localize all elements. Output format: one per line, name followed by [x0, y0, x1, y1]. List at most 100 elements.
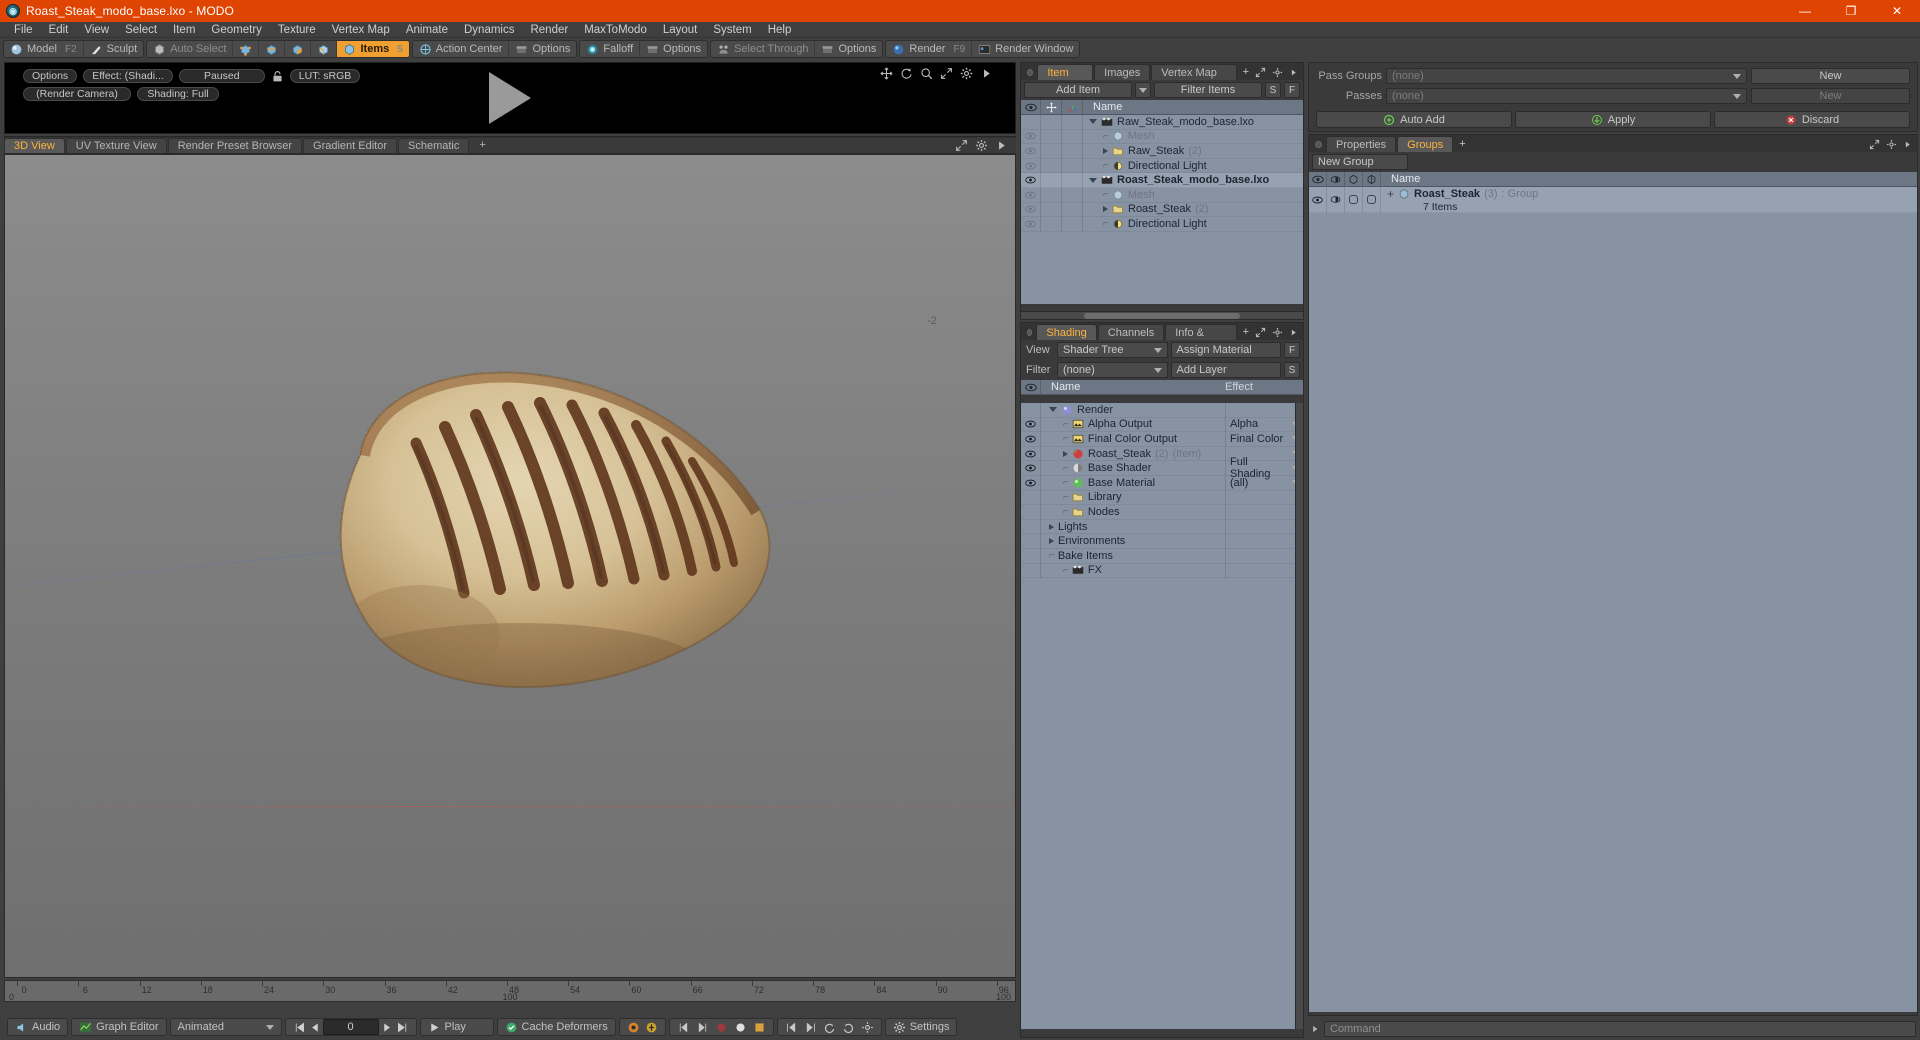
- eye-icon[interactable]: [1025, 420, 1036, 428]
- misc-toggles[interactable]: [618, 1018, 666, 1036]
- fit-icon[interactable]: [1869, 139, 1880, 150]
- panel-menu-icon[interactable]: [1315, 141, 1322, 148]
- add-layer-button[interactable]: Add Layer: [1170, 362, 1281, 378]
- menu-item-view[interactable]: View: [76, 22, 117, 38]
- arrow-icon[interactable]: [1903, 140, 1912, 149]
- tool-render[interactable]: Render F9: [886, 41, 973, 57]
- viewport-tab--[interactable]: +: [470, 138, 494, 153]
- passes-new-button[interactable]: New: [1751, 88, 1910, 104]
- eye-column-icon[interactable]: [1309, 171, 1327, 187]
- panel-menu-icon[interactable]: [1027, 329, 1033, 336]
- move-column-icon[interactable]: [1041, 99, 1062, 115]
- tool-items[interactable]: Items 5: [337, 41, 409, 57]
- menu-item-geometry[interactable]: Geometry: [203, 22, 270, 38]
- item-list-row[interactable]: Roast_Steak_modo_base.lxo: [1021, 172, 1303, 188]
- key-options-icon[interactable]: [753, 1021, 766, 1034]
- menu-item-dynamics[interactable]: Dynamics: [456, 22, 522, 38]
- viewport-tab-schematic[interactable]: Schematic: [398, 138, 470, 153]
- loop-start-icon[interactable]: [785, 1021, 798, 1034]
- menu-item-item[interactable]: Item: [165, 22, 203, 38]
- prev-key-icon[interactable]: [677, 1021, 690, 1034]
- menu-item-maxtomodo[interactable]: MaxToModo: [576, 22, 655, 38]
- shading-row[interactable]: Render: [1021, 403, 1303, 418]
- step-forward-icon[interactable]: [381, 1021, 394, 1034]
- shading-tab-shading[interactable]: Shading: [1036, 324, 1097, 340]
- settings-button[interactable]: Settings: [884, 1018, 958, 1036]
- key-icon[interactable]: [645, 1021, 658, 1034]
- discard-button[interactable]: Discard: [1714, 111, 1910, 128]
- menu-item-help[interactable]: Help: [760, 22, 800, 38]
- eye-icon[interactable]: [1312, 196, 1323, 204]
- tool-vertex-icon[interactable]: [233, 41, 260, 57]
- menu-item-layout[interactable]: Layout: [655, 22, 706, 38]
- delete-key-icon[interactable]: [715, 1021, 728, 1034]
- viewport-tab-uv-texture-view[interactable]: UV Texture View: [65, 138, 167, 153]
- chevron-right-icon[interactable]: [1310, 1024, 1320, 1034]
- lock-icon[interactable]: [271, 70, 284, 83]
- eye-icon[interactable]: [1025, 132, 1036, 140]
- chevron-down-icon[interactable]: [1089, 177, 1097, 183]
- chevron-right-icon[interactable]: [1049, 538, 1054, 545]
- shading-tab-info-statistics[interactable]: Info & Statistics: [1165, 324, 1237, 355]
- effect-selector[interactable]: Final Color: [1225, 431, 1303, 447]
- pan-icon[interactable]: [880, 67, 893, 80]
- axis-column-icon[interactable]: [1062, 99, 1083, 115]
- chevron-down-icon[interactable]: [1089, 119, 1097, 125]
- tool-action-center[interactable]: Action Center: [413, 41, 510, 57]
- shading-row[interactable]: Lights: [1021, 519, 1303, 535]
- chevron-right-icon[interactable]: [1063, 450, 1068, 457]
- pass-groups-new-button[interactable]: New: [1751, 68, 1910, 84]
- play-triangle-icon[interactable]: [489, 72, 531, 124]
- shade-icon[interactable]: [1330, 195, 1341, 204]
- shading-row[interactable]: ⌐ FX: [1021, 563, 1303, 579]
- tool-edge-icon[interactable]: [259, 41, 286, 57]
- tool-options[interactable]: Options: [509, 41, 576, 57]
- maximize-button[interactable]: ❐: [1828, 0, 1874, 22]
- shade-column-icon[interactable]: [1327, 171, 1345, 187]
- arrow-icon[interactable]: [980, 67, 993, 80]
- item-list-tab-vertex-map-list[interactable]: Vertex Map List: [1151, 64, 1237, 95]
- record-icon[interactable]: [627, 1021, 640, 1034]
- timeline-ruler[interactable]: 0 6 12 18 24 30 36 42 48 54 60 66 72 78 84 90 96 0 100 1…: [4, 980, 1016, 1002]
- frame-field[interactable]: 0: [322, 1019, 379, 1035]
- groups-tab-properties[interactable]: Properties: [1326, 136, 1397, 152]
- close-button[interactable]: ✕: [1874, 0, 1920, 22]
- eye-column-icon[interactable]: [1021, 379, 1041, 395]
- render-camera-selector[interactable]: (Render Camera): [23, 87, 131, 101]
- tool-sculpt[interactable]: Sculpt: [84, 41, 144, 57]
- tool-material-icon[interactable]: [311, 41, 338, 57]
- viewport-tab-3d-view[interactable]: 3D View: [4, 138, 65, 153]
- item-list-s-button[interactable]: S: [1265, 82, 1281, 98]
- viewport-tab-render-preset-browser[interactable]: Render Preset Browser: [167, 138, 303, 153]
- shading-row[interactable]: ⌐ Base Material (all): [1021, 475, 1303, 491]
- item-list-body[interactable]: Raw_Steak_modo_base.lxo ⌐ Mesh Raw_Steak (2)…: [1021, 115, 1303, 304]
- shading-row[interactable]: ⌐ Alpha Output Alpha: [1021, 417, 1303, 433]
- audio-button[interactable]: Audio: [7, 1018, 69, 1036]
- menu-item-texture[interactable]: Texture: [270, 22, 324, 38]
- item-list-row[interactable]: ⌐ Mesh: [1021, 187, 1303, 203]
- tool-options[interactable]: Options: [640, 41, 707, 57]
- tool-polygon-icon[interactable]: [285, 41, 312, 57]
- arrow-icon[interactable]: [1289, 68, 1298, 77]
- cycle-after-icon[interactable]: [842, 1021, 855, 1034]
- render-options-button[interactable]: Options: [23, 69, 78, 83]
- viewport-tab-gradient-editor[interactable]: Gradient Editor: [303, 138, 397, 153]
- render-pause-button[interactable]: Paused: [178, 69, 265, 83]
- apply-button[interactable]: Apply: [1515, 111, 1711, 128]
- groups-body[interactable]: + Roast_Steak (3): Group 7 Items: [1309, 186, 1917, 1012]
- eye-column-icon[interactable]: [1021, 99, 1041, 115]
- shading-row[interactable]: ⌐ Library: [1021, 490, 1303, 506]
- gear-icon[interactable]: [861, 1021, 874, 1034]
- chevron-right-icon[interactable]: [1103, 206, 1108, 213]
- expand-icon[interactable]: +: [1387, 187, 1394, 201]
- rotate-icon[interactable]: [900, 67, 913, 80]
- pass-groups-selector[interactable]: (none): [1386, 68, 1748, 84]
- item-list-hscrollbar[interactable]: [1021, 311, 1303, 319]
- menu-item-animate[interactable]: Animate: [398, 22, 456, 38]
- tool-falloff[interactable]: Falloff: [580, 41, 641, 57]
- groups-tab--[interactable]: +: [1454, 136, 1470, 152]
- eye-icon[interactable]: [1025, 162, 1036, 170]
- item-list-row[interactable]: Roast_Steak (2): [1021, 202, 1303, 218]
- eye-icon[interactable]: [1025, 205, 1036, 213]
- groups-tab-groups[interactable]: Groups: [1397, 136, 1454, 152]
